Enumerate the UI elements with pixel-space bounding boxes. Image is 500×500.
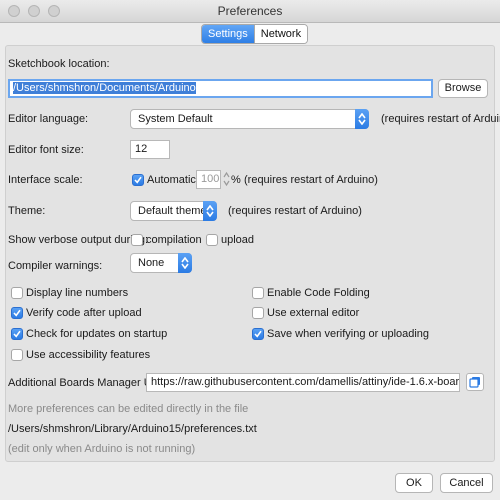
accessibility-checkbox[interactable]: [11, 349, 23, 361]
verbose-compilation-checkbox[interactable]: [131, 234, 143, 246]
scale-percent-label: %: [231, 174, 241, 186]
verify-after-upload-checkbox[interactable]: [11, 307, 23, 319]
sketchbook-label: Sketchbook location:: [8, 58, 110, 70]
external-editor-label: Use external editor: [267, 307, 360, 319]
code-folding-checkbox[interactable]: [252, 287, 264, 299]
scale-stepper-icon[interactable]: [223, 171, 230, 187]
cancel-button[interactable]: Cancel: [440, 473, 493, 493]
editor-language-label: Editor language:: [8, 113, 89, 125]
display-line-numbers-label: Display line numbers: [26, 287, 129, 299]
interface-scale-label: Interface scale:: [8, 174, 83, 186]
tab-settings[interactable]: Settings: [202, 25, 254, 43]
window-title: Preferences: [217, 4, 283, 18]
verbose-upload-label: upload: [221, 234, 255, 246]
font-size-label: Editor font size:: [8, 144, 84, 156]
boards-urls-field[interactable]: https://raw.githubusercontent.com/damell…: [146, 373, 460, 392]
up-down-arrows-icon: [203, 201, 217, 221]
check-updates-label: Check for updates on startup: [26, 328, 168, 340]
up-down-arrows-icon: [355, 109, 369, 129]
sketchbook-path-text: /Users/shmshron/Documents/Arduino: [13, 82, 196, 94]
verify-after-upload-label: Verify code after upload: [26, 307, 142, 319]
theme-select[interactable]: Default theme: [130, 201, 217, 221]
preferences-window: Preferences Settings Network Sketchbook …: [0, 0, 500, 500]
compiler-warnings-select[interactable]: None: [130, 253, 192, 273]
automatic-scale-checkbox[interactable]: [132, 174, 144, 186]
theme-value: Default theme: [138, 205, 207, 217]
title-bar: Preferences: [0, 0, 500, 23]
up-down-arrows-icon: [178, 253, 192, 273]
sketchbook-location-field[interactable]: /Users/shmshron/Documents/Arduino: [8, 79, 433, 98]
settings-panel: Sketchbook location: /Users/shmshron/Doc…: [5, 45, 500, 462]
compiler-warnings-value: None: [138, 257, 165, 269]
save-on-verify-checkbox[interactable]: [252, 328, 264, 340]
browse-button[interactable]: Browse: [438, 79, 488, 98]
code-folding-label: Enable Code Folding: [267, 287, 370, 299]
editor-language-value: System Default: [138, 113, 213, 125]
editor-language-note: (requires restart of Arduino): [381, 113, 500, 125]
verbose-label: Show verbose output during:: [8, 234, 149, 246]
interface-scale-field[interactable]: 100: [196, 170, 221, 189]
font-size-field[interactable]: 12: [130, 140, 170, 159]
tab-bar: Settings Network: [201, 24, 309, 44]
more-prefs-text: More preferences can be edited directly …: [8, 403, 249, 415]
compiler-warnings-label: Compiler warnings:: [8, 260, 103, 272]
check-updates-checkbox[interactable]: [11, 328, 23, 340]
tab-network[interactable]: Network: [253, 25, 308, 43]
ok-button[interactable]: OK: [395, 473, 433, 493]
external-editor-checkbox[interactable]: [252, 307, 264, 319]
edit-urls-button[interactable]: [466, 373, 484, 391]
edit-note: (edit only when Arduino is not running): [8, 443, 196, 455]
copy-window-icon: [469, 377, 480, 388]
theme-note: (requires restart of Arduino): [228, 205, 362, 217]
verbose-compilation-label: compilation: [146, 234, 202, 246]
interface-scale-note: (requires restart of Arduino): [244, 174, 378, 186]
display-line-numbers-checkbox[interactable]: [11, 287, 23, 299]
prefs-file-path: /Users/shmshron/Library/Arduino15/prefer…: [8, 423, 257, 435]
accessibility-label: Use accessibility features: [26, 349, 151, 361]
automatic-label: Automatic: [147, 174, 196, 186]
verbose-upload-checkbox[interactable]: [206, 234, 218, 246]
editor-language-select[interactable]: System Default: [130, 109, 369, 129]
save-on-verify-label: Save when verifying or uploading: [267, 328, 430, 340]
theme-label: Theme:: [8, 205, 46, 217]
